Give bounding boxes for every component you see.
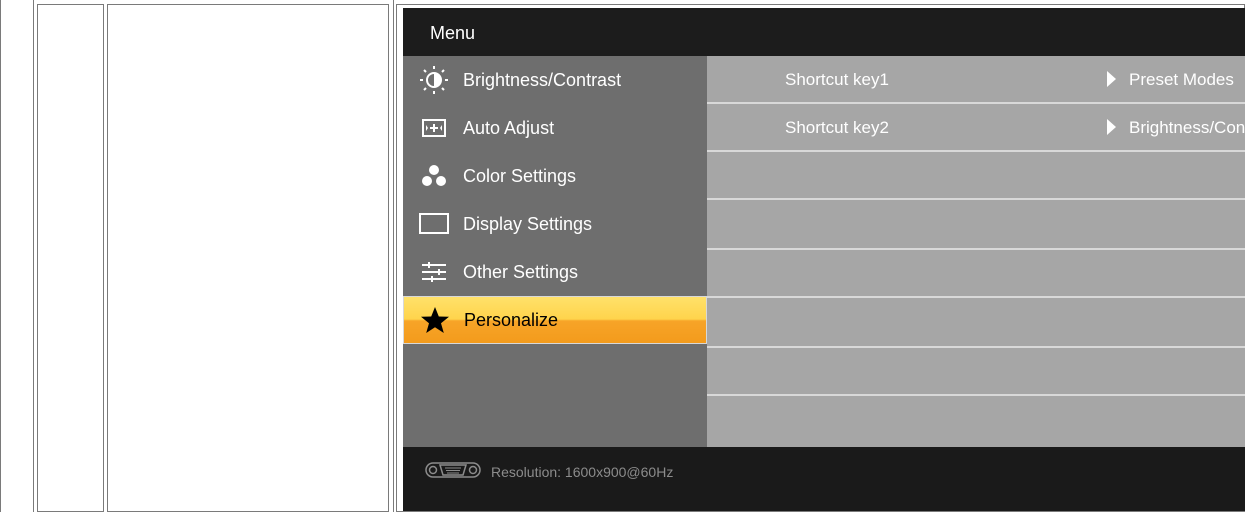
menu-item-label: Display Settings [463, 213, 593, 234]
shortcut-key2-label: Shortcut key2 [785, 118, 889, 137]
menu-list: Brightness/Contrast Auto Adjust Color Se… [403, 56, 707, 447]
arrow-right-icon [1107, 119, 1116, 135]
menu-title: Menu [430, 23, 476, 43]
submenu-row-empty [707, 300, 1245, 348]
other-settings-icon [415, 256, 453, 288]
vga-connector-icon [425, 462, 481, 478]
shortcut-key1-value: Preset Modes [1129, 70, 1234, 89]
display-settings-icon [415, 208, 453, 240]
submenu-row-empty [707, 250, 1245, 298]
table-cell-3 [107, 4, 389, 512]
table-cell-1 [0, 0, 34, 512]
shortcut-key1-label: Shortcut key1 [785, 70, 889, 89]
menu-item-label: Auto Adjust [463, 117, 555, 138]
menu-item-label: Brightness/Contrast [463, 69, 622, 90]
submenu-row-empty [707, 152, 1245, 200]
menu-item-color-settings[interactable]: Color Settings [403, 152, 707, 200]
auto-adjust-icon [415, 112, 453, 144]
osd-header: Menu [403, 8, 1245, 56]
color-settings-icon [415, 160, 453, 192]
table-cell-2 [37, 4, 104, 512]
submenu-row-empty [707, 348, 1245, 396]
menu-item-personalize[interactable]: Personalize [403, 296, 707, 344]
menu-item-other-settings[interactable]: Other Settings [403, 248, 707, 296]
menu-item-label: Personalize [464, 309, 559, 330]
menu-item-display-settings[interactable]: Display Settings [403, 200, 707, 248]
submenu-row-empty [707, 202, 1245, 250]
star-icon [416, 304, 454, 336]
shortcut-key2-value: Brightness/Contrast [1129, 118, 1245, 137]
brightness-contrast-icon [415, 64, 453, 96]
menu-item-label: Color Settings [463, 165, 577, 186]
menu-item-brightness-contrast[interactable]: Brightness/Contrast [403, 56, 707, 104]
submenu-panel: Shortcut key1 Preset Modes Shortcut key2… [707, 56, 1245, 447]
osd-footer: Resolution: 1600x900@60Hz [403, 447, 1245, 511]
arrow-right-icon [1107, 71, 1116, 87]
resolution-label: Resolution: 1600x900@60Hz [491, 464, 674, 480]
menu-item-label: Other Settings [463, 261, 579, 282]
submenu-row-shortcut-key1[interactable]: Shortcut key1 Preset Modes [707, 56, 1245, 104]
menu-item-auto-adjust[interactable]: Auto Adjust [403, 104, 707, 152]
submenu-row-shortcut-key2[interactable]: Shortcut key2 Brightness/Contrast [707, 104, 1245, 152]
osd-menu: Menu Brightness/Contrast Auto Adjust Col… [403, 8, 1245, 511]
